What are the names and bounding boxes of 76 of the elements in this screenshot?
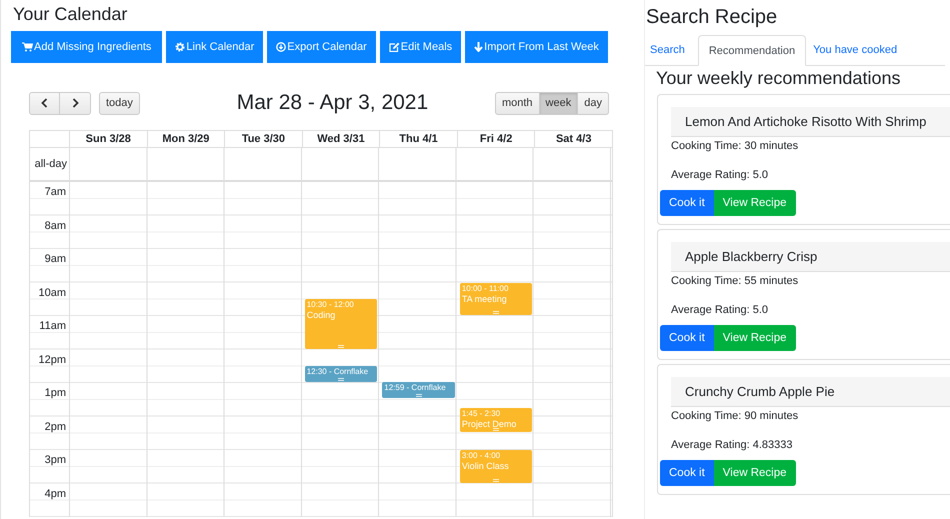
- hour-label: 8am: [44, 220, 66, 232]
- action-button[interactable]: Edit Meals: [380, 31, 462, 63]
- next-button[interactable]: [60, 92, 91, 114]
- tab[interactable]: Recommendation: [698, 35, 806, 66]
- recipe-name: Lemon And Artichoke Risotto With Shrimp: [671, 107, 950, 137]
- recipe-search-title: Search Recipe: [646, 6, 778, 29]
- event-time: 10:30 - 12:00: [306, 300, 355, 310]
- day-header: Wed 3/31: [302, 131, 380, 148]
- resize-handle-icon[interactable]: [338, 378, 344, 381]
- chevron-right-icon: [72, 98, 78, 108]
- chevron-left-icon: [41, 98, 48, 108]
- day-header: Thu 4/1: [379, 131, 457, 148]
- tab[interactable]: Search: [645, 35, 696, 65]
- cooking-time: Cooking Time: 55 minutes: [671, 275, 800, 287]
- resize-handle-icon[interactable]: [416, 394, 422, 398]
- hour-label: 9am: [44, 253, 66, 265]
- view-button[interactable]: week: [540, 92, 578, 114]
- hour-label: 3pm: [44, 454, 66, 466]
- view-button[interactable]: month: [494, 92, 540, 114]
- hour-label: 2pm: [44, 420, 66, 432]
- hour-label: 4pm: [44, 488, 66, 500]
- calendar-event[interactable]: 12:59 - Cornflake: [382, 382, 455, 398]
- event-time: 3:00 - 4:00: [462, 451, 502, 461]
- cook-button[interactable]: Cook it: [660, 460, 714, 486]
- previous-button[interactable]: [29, 92, 60, 114]
- resize-handle-icon[interactable]: [493, 428, 500, 432]
- resize-handle-icon[interactable]: [493, 478, 500, 482]
- action-button[interactable]: Export Calendar: [267, 31, 376, 63]
- hour-label: 1pm: [44, 387, 66, 399]
- cooking-time: Cooking Time: 30 minutes: [671, 140, 800, 152]
- action-button[interactable]: Add Missing Ingredients: [11, 31, 162, 63]
- hour-label: 7am: [44, 186, 66, 198]
- hour-label: 12pm: [38, 354, 66, 366]
- event-time: 1:45 - 2:30: [462, 409, 502, 420]
- hour-label: 10am: [38, 286, 66, 298]
- date-range-title: Mar 28 - Apr 3, 2021: [236, 91, 428, 115]
- tab[interactable]: You have cooked: [808, 35, 908, 65]
- event-title: TA meeting: [462, 294, 508, 304]
- action-button[interactable]: Link Calendar: [166, 31, 264, 63]
- gear-icon: [175, 42, 186, 52]
- cook-button[interactable]: Cook it: [660, 190, 714, 216]
- recipe-name: Apple Blackberry Crisp: [671, 242, 950, 272]
- day-header: Tue 3/30: [224, 131, 302, 148]
- all-day-label: all-day: [34, 157, 68, 172]
- day-header: Sat 4/3: [534, 131, 612, 148]
- day-header: Sun 3/28: [69, 131, 147, 148]
- calendar-title: Your Calendar: [13, 4, 128, 25]
- resize-handle-icon[interactable]: [493, 311, 500, 314]
- event-title: Project Demo: [462, 419, 518, 430]
- day-header: Fri 4/2: [456, 131, 534, 148]
- hour-label: 11am: [39, 320, 66, 332]
- edit-icon: [388, 42, 400, 52]
- cook-button[interactable]: Cook it: [660, 325, 714, 351]
- average-rating: Average Rating: 4.83333: [671, 439, 794, 451]
- resize-handle-icon[interactable]: [338, 344, 344, 348]
- today-button[interactable]: today: [99, 92, 140, 114]
- average-rating: Average Rating: 5.0: [671, 304, 770, 316]
- event-title: Coding: [306, 310, 336, 320]
- average-rating: Average Rating: 5.0: [671, 169, 770, 181]
- view-button[interactable]: day: [578, 92, 609, 114]
- recipe-name: Crunchy Crumb Apple Pie: [671, 377, 950, 407]
- view-recipe-button[interactable]: View Recipe: [714, 325, 796, 351]
- day-header: Mon 3/29: [146, 131, 224, 148]
- view-recipe-button[interactable]: View Recipe: [714, 460, 796, 486]
- event-time: 12:59 - Cornflake: [384, 383, 447, 394]
- view-recipe-button[interactable]: View Recipe: [714, 190, 796, 216]
- calendar-event[interactable]: 12:30 - Cornflake: [304, 366, 378, 382]
- cart-icon: [22, 42, 33, 52]
- recommendations-heading: Your weekly recommendations: [656, 68, 902, 89]
- download-circle-icon: [276, 42, 286, 52]
- cooking-time: Cooking Time: 90 minutes: [671, 410, 800, 422]
- action-button[interactable]: Import From Last Week: [465, 31, 608, 63]
- event-time: 12:30 - Cornflake: [306, 367, 370, 378]
- arrow-down-icon: [474, 42, 484, 52]
- event-time: 10:00 - 11:00: [462, 284, 510, 294]
- event-title: Violin Class: [462, 461, 510, 471]
